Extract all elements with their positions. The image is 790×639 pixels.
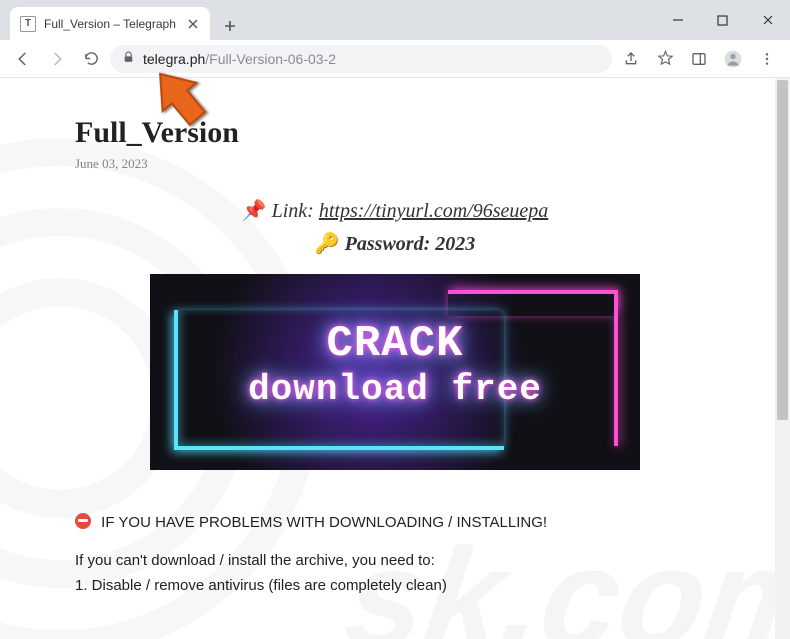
maximize-button[interactable] — [700, 5, 745, 35]
tab-title: Full_Version – Telegraph — [44, 17, 178, 31]
window-close-button[interactable] — [745, 5, 790, 35]
new-tab-button[interactable] — [216, 12, 244, 40]
telegraph-favicon: T — [20, 16, 36, 32]
close-tab-icon[interactable] — [186, 17, 200, 31]
share-button[interactable] — [616, 44, 646, 74]
bookmark-button[interactable] — [650, 44, 680, 74]
publish-date: June 03, 2023 — [75, 156, 715, 172]
no-entry-icon — [75, 513, 91, 529]
password-value: 2023 — [435, 233, 475, 255]
thumbtack-icon: 📌 — [242, 200, 267, 222]
article: Full_Version June 03, 2023 📌 Link: https… — [75, 78, 715, 599]
crack-banner: CRACK download free — [150, 274, 640, 470]
reload-button[interactable] — [76, 44, 106, 74]
warning-text: IF YOU HAVE PROBLEMS WITH DOWNLOADING / … — [101, 514, 547, 531]
address-bar[interactable]: telegra.ph/Full-Version-06-03-2 — [110, 45, 612, 73]
page-title: Full_Version — [75, 116, 715, 150]
side-panel-button[interactable] — [684, 44, 714, 74]
troubleshooting-section: IF YOU HAVE PROBLEMS WITH DOWNLOADING / … — [75, 510, 715, 599]
key-icon: 🔑 — [315, 233, 340, 255]
intro-text: If you can't download / install the arch… — [75, 548, 715, 574]
banner-line2: download free — [150, 372, 640, 408]
lock-icon — [122, 51, 135, 67]
scrollbar[interactable] — [775, 78, 790, 639]
browser-tab[interactable]: T Full_Version – Telegraph — [10, 7, 210, 40]
back-button[interactable] — [8, 44, 38, 74]
url-text: telegra.ph/Full-Version-06-03-2 — [143, 51, 336, 67]
minimize-button[interactable] — [655, 5, 700, 35]
scrollbar-thumb[interactable] — [777, 80, 788, 420]
kebab-menu-button[interactable] — [752, 44, 782, 74]
step-1: 1. Disable / remove antivirus (files are… — [75, 573, 715, 599]
password-label: Password: — [345, 233, 431, 255]
title-bar: T Full_Version – Telegraph — [0, 0, 790, 40]
profile-button[interactable] — [718, 44, 748, 74]
page-viewport: Full_Version June 03, 2023 📌 Link: https… — [0, 78, 790, 639]
download-link[interactable]: https://tinyurl.com/96seuepa — [319, 200, 548, 222]
forward-button[interactable] — [42, 44, 72, 74]
browser-toolbar: telegra.ph/Full-Version-06-03-2 — [0, 40, 790, 78]
link-label: Link: — [272, 200, 314, 222]
banner-line1: CRACK — [150, 322, 640, 366]
